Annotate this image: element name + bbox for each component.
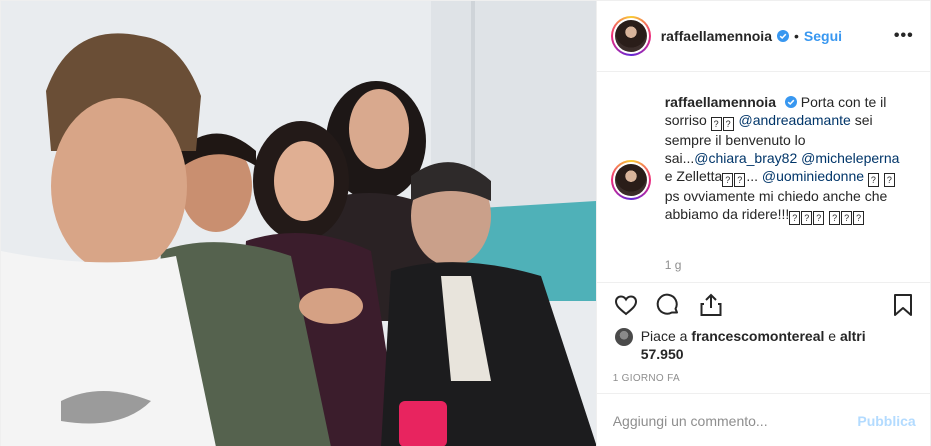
caption-time[interactable]: 1 g xyxy=(665,258,682,272)
emoji-placeholder-icon: ? xyxy=(867,173,879,187)
emoji-placeholder-icon: ? xyxy=(813,211,825,225)
heart-icon xyxy=(614,295,637,316)
caption-part: e Zelletta xyxy=(664,168,723,184)
verified-badge-icon xyxy=(776,30,789,42)
share-button[interactable] xyxy=(698,292,724,318)
publish-button[interactable]: Pubblica xyxy=(857,413,915,429)
mention-link[interactable]: @chiara_bray82 xyxy=(694,150,797,166)
emoji-placeholder-icon: ? xyxy=(722,173,734,187)
likes-text: Piace a francescomontereal e altri 57.95… xyxy=(641,327,871,363)
likes-prefix: Piace a xyxy=(640,328,688,344)
like-button[interactable] xyxy=(613,292,639,318)
author-avatar[interactable] xyxy=(610,16,651,56)
likes-connector: e xyxy=(828,328,837,344)
caption-author-avatar[interactable] xyxy=(610,160,651,200)
mention-link[interactable]: @micheleperna xyxy=(801,150,899,166)
post-date[interactable]: 1 GIORNO FA xyxy=(613,373,680,384)
mention-link[interactable]: @uominiedonne xyxy=(762,168,864,184)
emoji-placeholder-icon: ? xyxy=(841,211,853,225)
liker-avatar[interactable] xyxy=(614,328,633,346)
liker-username[interactable]: francescomontereal xyxy=(691,328,824,344)
caption-text: raffaellamennoia Porta con te il sorriso… xyxy=(665,93,905,225)
emoji-placeholder-icon: ? xyxy=(789,211,801,225)
save-button[interactable] xyxy=(890,292,916,318)
emoji-placeholder-icon: ? xyxy=(829,211,841,225)
post-caption: raffaellamennoia Porta con te il sorriso… xyxy=(610,89,916,225)
mention-link[interactable]: @andreadamante xyxy=(739,112,851,128)
emoji-placeholder-icon: ? xyxy=(883,173,895,187)
follow-button[interactable]: Segui xyxy=(804,28,842,44)
header-separator: • xyxy=(793,28,799,44)
author-username[interactable]: raffaellamennoia xyxy=(661,28,772,44)
emoji-placeholder-icon: ? xyxy=(710,117,722,131)
post-actions xyxy=(596,282,931,326)
instagram-post: raffaellamennoia • Segui ••• raffaellame… xyxy=(0,0,931,446)
share-upload-icon xyxy=(700,293,722,316)
caption-part: ... xyxy=(746,168,758,184)
comment-bubble-icon xyxy=(656,293,678,315)
post-header: raffaellamennoia • Segui ••• xyxy=(596,1,931,72)
group-selfie-image xyxy=(1,1,596,446)
caption-username[interactable]: raffaellamennoia xyxy=(665,94,776,110)
verified-badge-icon xyxy=(784,96,797,108)
emoji-placeholder-icon: ? xyxy=(801,211,813,225)
comment-form: Pubblica xyxy=(596,393,931,446)
emoji-placeholder-icon: ? xyxy=(734,173,746,187)
likes-summary: Piace a francescomontereal e altri 57.95… xyxy=(614,327,871,363)
comment-button[interactable] xyxy=(655,292,681,318)
emoji-placeholder-icon: ? xyxy=(853,211,865,225)
comment-input[interactable] xyxy=(612,412,858,429)
post-sidebar: raffaellamennoia • Segui ••• raffaellame… xyxy=(595,1,931,446)
emoji-placeholder-icon: ? xyxy=(722,117,734,131)
more-options-icon[interactable]: ••• xyxy=(894,27,914,45)
post-photo[interactable] xyxy=(1,1,596,446)
bookmark-icon xyxy=(893,294,912,316)
